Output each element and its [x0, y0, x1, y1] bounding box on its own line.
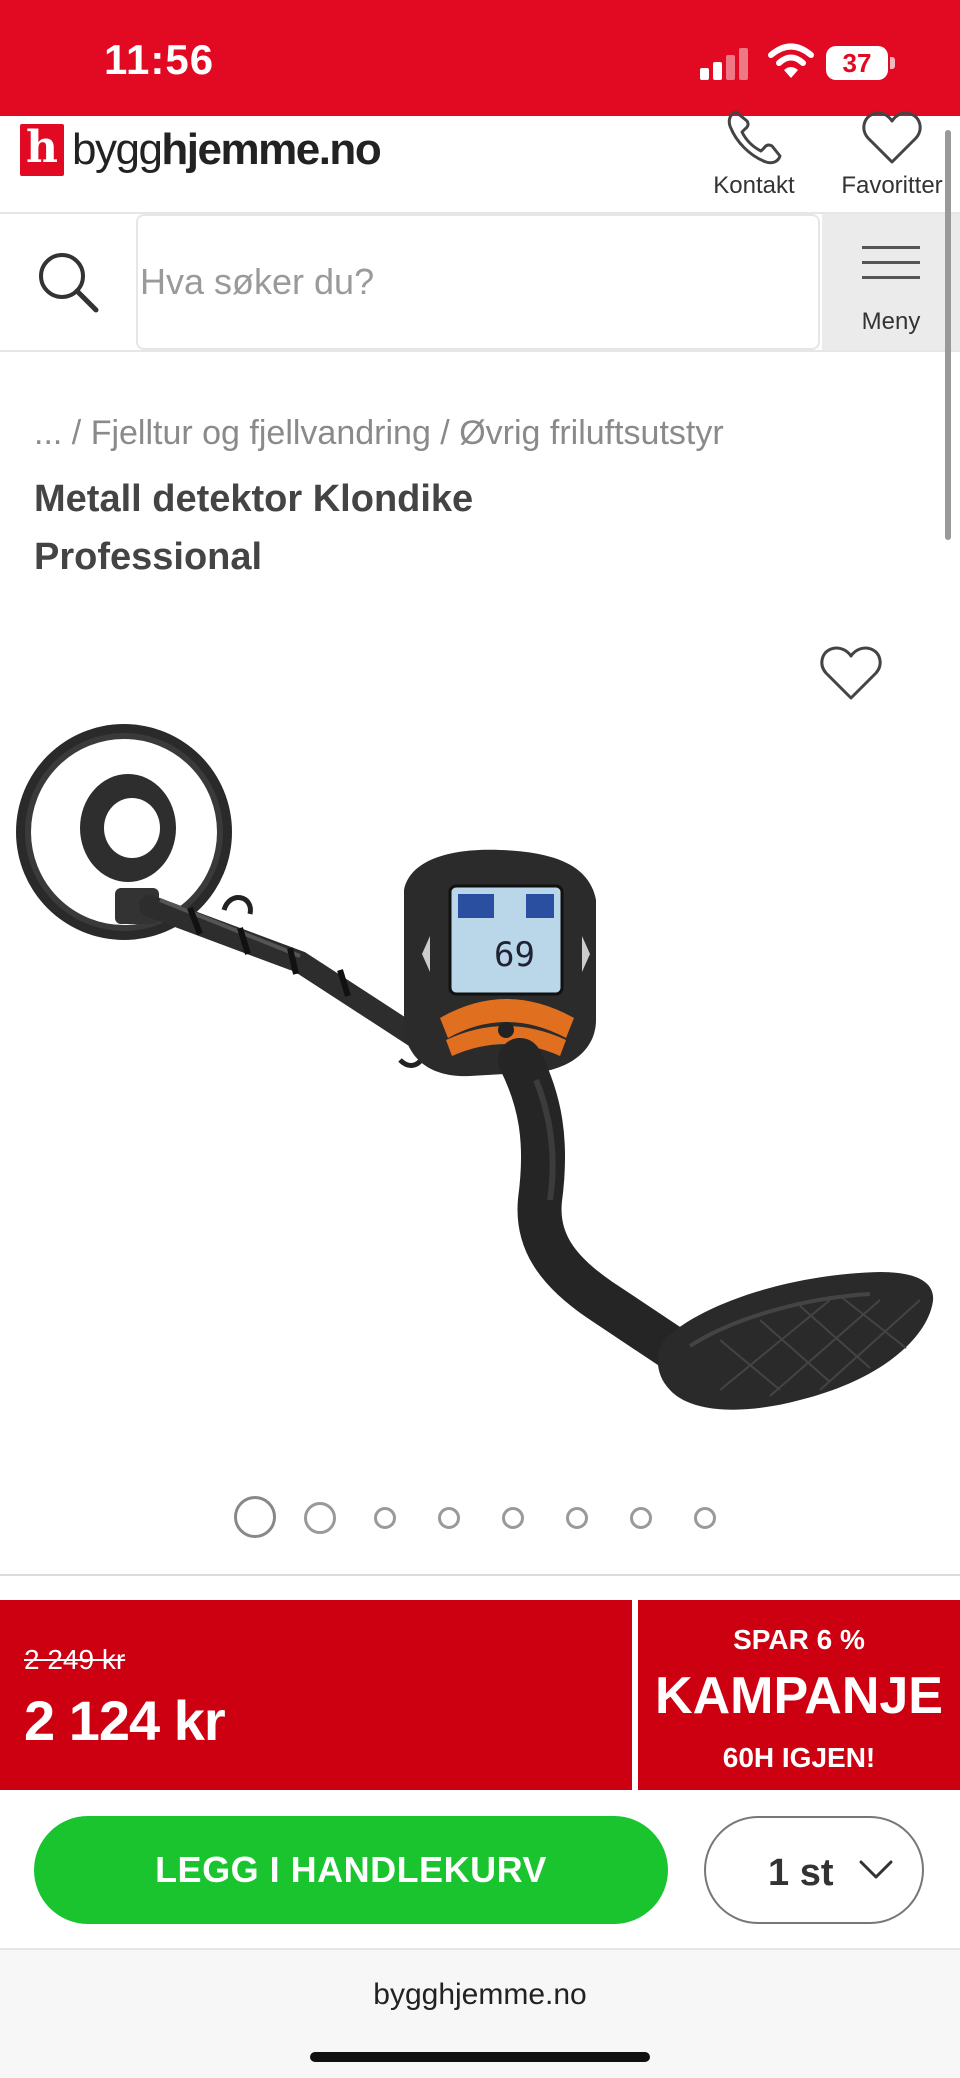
divider	[0, 1574, 960, 1576]
carousel-dot-3[interactable]	[374, 1507, 396, 1529]
breadcrumb-item-friluftsutstyr[interactable]: Øvrig friluftsutstyr	[459, 414, 723, 452]
add-to-favorites-heart-icon[interactable]	[818, 642, 884, 702]
battery-level: 37	[842, 48, 872, 78]
breadcrumb-item-fjelltur[interactable]: Fjelltur og fjellvandring	[91, 414, 431, 452]
favoritter-label: Favoritter	[841, 172, 943, 199]
menu-label: Meny	[861, 308, 921, 335]
quantity-select[interactable]: 1 st	[704, 1816, 924, 1924]
breadcrumb: ... / Fjelltur og fjellvandring / Øvrig …	[34, 414, 724, 452]
campaign-label: KAMPANJE	[655, 1667, 943, 1725]
carousel-dot-5[interactable]	[502, 1507, 524, 1529]
product-title-strong: Professional	[34, 536, 263, 578]
site-logo[interactable]: h bygghjemme.no	[20, 122, 382, 178]
svg-text:69: 69	[494, 935, 535, 975]
carousel-dot-1[interactable]	[234, 1496, 276, 1538]
breadcrumb-ellipsis[interactable]: ...	[34, 414, 62, 452]
search-icon[interactable]	[36, 250, 102, 316]
campaign-countdown: 60H IGJEN!	[722, 1742, 876, 1773]
favoritter-button[interactable]: Favoritter	[834, 108, 950, 200]
cellular-signal-icon	[700, 46, 750, 80]
url-text: bygghjemme.no	[373, 1978, 587, 2011]
carousel-dot-7[interactable]	[630, 1507, 652, 1529]
hamburger-icon	[862, 246, 920, 280]
carousel-dot-6[interactable]	[566, 1507, 588, 1529]
kontakt-button[interactable]: Kontakt	[704, 108, 804, 200]
heart-icon	[862, 111, 922, 164]
carousel-dot-2[interactable]	[304, 1502, 336, 1534]
product-image[interactable]: 69	[0, 700, 960, 1460]
carousel-dot-8[interactable]	[694, 1507, 716, 1529]
search-bar: Meny	[0, 214, 960, 352]
campaign-badge: SPAR 6 % KAMPANJE 60H IGJEN!	[638, 1600, 960, 1790]
product-title-main: Metall detektor Klondike	[34, 478, 474, 520]
search-coil	[16, 724, 232, 940]
menu-button[interactable]: Meny	[822, 214, 960, 350]
product-title: Metall detektor Klondike Professional	[34, 470, 894, 586]
browser-url-bar[interactable]: bygghjemme.no	[0, 1950, 960, 2078]
image-carousel-dots	[0, 1496, 960, 1540]
status-bar: 11:56 37	[0, 0, 960, 116]
logo-text: bygghjemme.no	[72, 125, 382, 174]
site-header: h bygghjemme.no Kontakt Favoritter	[0, 110, 960, 214]
home-indicator[interactable]	[310, 2052, 650, 2062]
quantity-value: 1 st	[768, 1852, 834, 1894]
logo-mark: h	[20, 124, 64, 176]
wifi-icon	[768, 43, 814, 78]
phone-icon	[727, 110, 782, 165]
status-time: 11:56	[104, 36, 215, 83]
kontakt-label: Kontakt	[713, 172, 795, 199]
price-box: 2 249 kr 2 124 kr	[0, 1600, 632, 1790]
control-box: 69	[404, 849, 596, 1077]
page-scrollbar[interactable]	[945, 130, 951, 540]
old-price: 2 249 kr	[24, 1644, 126, 1675]
arm-rest	[657, 1272, 934, 1410]
chevron-down-icon	[859, 1860, 893, 1879]
current-price: 2 124 kr	[24, 1689, 226, 1752]
search-input[interactable]	[136, 214, 820, 350]
campaign-discount: SPAR 6 %	[733, 1624, 865, 1655]
battery-icon: 37	[826, 46, 895, 80]
carousel-dot-4[interactable]	[438, 1507, 460, 1529]
add-to-cart-button[interactable]: LEGG I HANDLEKURV	[34, 1816, 668, 1924]
